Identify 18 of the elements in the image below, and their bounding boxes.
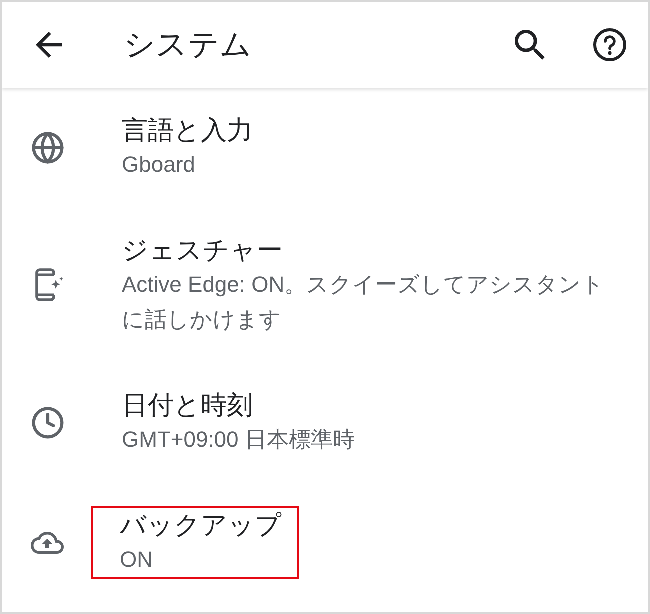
clock-icon	[31, 406, 65, 440]
search-icon	[515, 30, 545, 60]
help-icon	[593, 28, 627, 62]
page-title: システム	[124, 26, 253, 64]
setting-summary: ON	[120, 546, 154, 574]
help-button[interactable]	[592, 27, 628, 63]
setting-summary: Gboard	[122, 151, 196, 179]
back-arrow-icon	[36, 32, 62, 58]
search-button[interactable]	[513, 28, 547, 62]
setting-title[interactable]: 日付と時刻	[122, 388, 617, 422]
globe-icon	[31, 130, 65, 164]
setting-title[interactable]: ジェスチャー	[122, 233, 617, 267]
setting-title[interactable]: 言語と入力	[122, 113, 617, 147]
back-button[interactable]	[34, 30, 64, 60]
cloud-upload-icon	[31, 532, 64, 554]
setting-summary: GMT+09:00 日本標準時	[122, 426, 356, 454]
setting-title[interactable]: バックアップ	[120, 508, 282, 542]
setting-summary: Active Edge: ON。スクイーズしてアシスタントに話しかけます	[122, 271, 606, 334]
